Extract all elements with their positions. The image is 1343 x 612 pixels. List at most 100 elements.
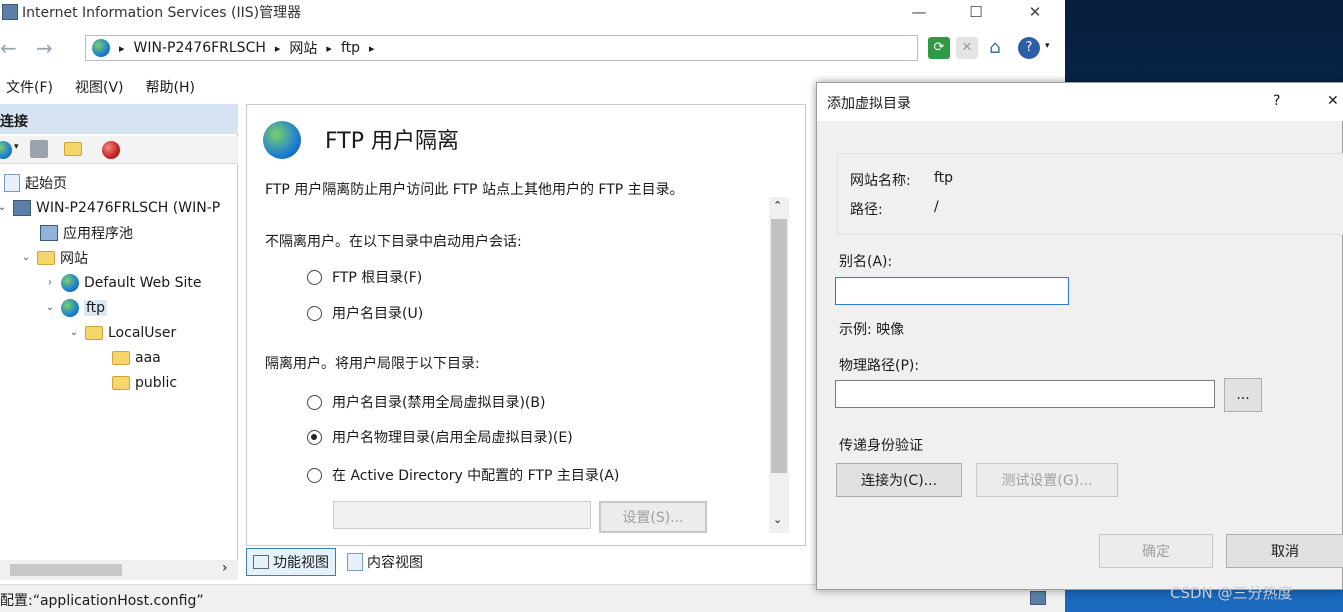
globe-icon xyxy=(92,39,110,57)
connections-toolbar: ▾ xyxy=(0,136,238,164)
iis-app-icon xyxy=(2,4,18,20)
chevron-down-icon[interactable]: ⌄ xyxy=(20,252,32,263)
chevron-down-icon[interactable]: ▾ xyxy=(14,142,19,152)
test-settings-button[interactable]: 测试设置(G)... xyxy=(976,463,1118,497)
menu-file[interactable]: 文件(F) xyxy=(6,77,53,97)
features-view-icon xyxy=(253,555,269,569)
chevron-down-icon[interactable]: ⌄ xyxy=(773,513,782,526)
chevron-down-icon[interactable]: ⌄ xyxy=(68,327,80,338)
connections-header: 连接 xyxy=(0,104,238,134)
tab-content-view[interactable]: 内容视图 xyxy=(340,548,430,576)
tree-item-default-web-site[interactable]: › Default Web Site xyxy=(44,270,201,295)
scroll-thumb[interactable] xyxy=(771,219,787,473)
isolation-heading: 隔离用户。将用户局限于以下目录: xyxy=(265,356,480,372)
breadcrumb-ftp[interactable]: ftp xyxy=(341,40,360,56)
tree-item-sites[interactable]: ⌄ 网站 xyxy=(20,245,88,270)
tree-item-ftp[interactable]: ⌄ ftp xyxy=(44,295,108,320)
ftp-isolation-icon xyxy=(263,121,301,159)
radio-button[interactable] xyxy=(307,269,322,285)
cancel-button[interactable]: 取消 xyxy=(1226,534,1343,568)
radio-button-selected[interactable] xyxy=(307,429,322,445)
menu-help[interactable]: 帮助(H) xyxy=(146,77,195,97)
chevron-up-icon[interactable]: ⌃ xyxy=(773,199,782,212)
vertical-scrollbar[interactable]: ⌃ ⌄ xyxy=(769,197,789,533)
tree-item-public[interactable]: public xyxy=(112,370,177,395)
sites-folder-icon xyxy=(37,250,55,265)
breadcrumb-separator-icon: ▸ xyxy=(369,41,375,55)
breadcrumb-separator-icon: ▸ xyxy=(119,41,125,55)
radio-active-directory[interactable]: 在 Active Directory 中配置的 FTP 主目录(A) xyxy=(307,465,619,485)
watermark-text: CSDN @三分热度 xyxy=(1170,584,1293,602)
settings-button[interactable]: 设置(S)... xyxy=(599,501,707,533)
browse-button[interactable]: ... xyxy=(1224,378,1262,412)
tree-item-start-page[interactable]: 起始页 xyxy=(4,170,67,195)
content-view-icon xyxy=(347,553,363,571)
chevron-right-icon[interactable]: › xyxy=(222,560,228,576)
home-icon[interactable]: ⌂ xyxy=(984,37,1006,59)
up-folder-icon[interactable] xyxy=(64,142,82,156)
radio-button[interactable] xyxy=(307,394,322,410)
connect-icon[interactable] xyxy=(0,141,12,159)
ok-button[interactable]: 确定 xyxy=(1099,534,1213,568)
dialog-help-button[interactable]: ? xyxy=(1273,93,1280,109)
chevron-down-icon[interactable]: ⌄ xyxy=(0,202,8,213)
menu-view[interactable]: 视图(V) xyxy=(75,77,124,97)
radio-username-dir[interactable]: 用户名目录(U) xyxy=(307,303,423,323)
horizontal-scrollbar[interactable]: › xyxy=(0,560,238,580)
physical-path-label: 物理路径(P): xyxy=(839,358,920,374)
address-bar[interactable]: ▸ WIN-P2476FRLSCH ▸ 网站 ▸ ftp ▸ xyxy=(85,35,918,61)
breadcrumb-server[interactable]: WIN-P2476FRLSCH xyxy=(134,40,266,56)
dialog-close-button[interactable]: ✕ xyxy=(1327,93,1339,109)
minimize-button[interactable]: — xyxy=(896,0,942,26)
dialog-title-bar: 添加虚拟目录 ? ✕ xyxy=(817,83,1343,121)
pass-through-auth-label: 传递身份验证 xyxy=(839,438,923,454)
radio-button[interactable] xyxy=(307,305,322,321)
help-icon[interactable]: ? xyxy=(1018,37,1040,59)
chevron-down-icon[interactable]: ⌄ xyxy=(44,302,56,313)
connections-pane: 连接 ▾ 起始页 ⌄ WIN-P2476FRLSCH (WIN-P 应用程序池 ⌄… xyxy=(0,104,238,580)
chevron-down-icon[interactable]: ▾ xyxy=(1045,41,1050,51)
folder-icon xyxy=(112,350,130,365)
scroll-thumb[interactable] xyxy=(10,564,122,576)
site-name-label: 网站名称: xyxy=(850,173,911,189)
breadcrumb-separator-icon: ▸ xyxy=(326,41,332,55)
window-title: Internet Information Services (IIS)管理器 xyxy=(22,5,302,21)
back-arrow-icon[interactable]: ← xyxy=(0,36,17,60)
folder-icon xyxy=(85,325,103,340)
physical-path-input[interactable] xyxy=(835,380,1215,408)
radio-ftp-root[interactable]: FTP 根目录(F) xyxy=(307,267,422,287)
tree-item-localuser[interactable]: ⌄ LocalUser xyxy=(68,320,176,345)
tab-features-view[interactable]: 功能视图 xyxy=(246,548,336,576)
close-button[interactable]: ✕ xyxy=(1012,0,1058,26)
example-text: 示例: 映像 xyxy=(839,322,905,338)
folder-icon xyxy=(112,375,130,390)
path-label: 路径: xyxy=(850,202,883,218)
radio-button[interactable] xyxy=(307,467,322,483)
status-text: 配置:“applicationHost.config” xyxy=(0,593,204,609)
page-title: FTP 用户隔离 xyxy=(325,129,459,154)
tree-item-app-pools[interactable]: 应用程序池 xyxy=(40,220,133,245)
tree-item-aaa[interactable]: aaa xyxy=(112,345,161,370)
server-icon xyxy=(13,199,31,216)
connect-as-button[interactable]: 连接为(C)... xyxy=(836,463,962,497)
site-name-value: ftp xyxy=(934,170,954,186)
alias-input[interactable] xyxy=(835,277,1069,305)
radio-username-noglobal[interactable]: 用户名目录(禁用全局虚拟目录)(B) xyxy=(307,392,545,412)
radio-physical-dir[interactable]: 用户名物理目录(启用全局虚拟目录)(E) xyxy=(307,427,573,447)
breadcrumb-sites[interactable]: 网站 xyxy=(289,38,317,58)
dialog-title: 添加虚拟目录 xyxy=(827,96,911,112)
maximize-button[interactable]: ☐ xyxy=(953,0,999,26)
title-bar: Internet Information Services (IIS)管理器 —… xyxy=(0,0,1065,26)
feature-description: FTP 用户隔离防止用户访问此 FTP 站点上其他用户的 FTP 主目录。 xyxy=(265,182,684,198)
globe-icon xyxy=(61,273,79,292)
forward-arrow-icon[interactable]: → xyxy=(36,36,53,60)
chevron-right-icon[interactable]: › xyxy=(44,277,56,288)
save-icon[interactable] xyxy=(30,140,48,158)
add-virtual-directory-dialog: 添加虚拟目录 ? ✕ 网站名称: ftp 路径: / 别名(A): 示例: 映像… xyxy=(816,82,1343,590)
tree-item-server[interactable]: ⌄ WIN-P2476FRLSCH (WIN-P xyxy=(0,195,220,220)
refresh-icon[interactable]: ⟳ xyxy=(928,37,950,59)
site-info-box: 网站名称: ftp 路径: / xyxy=(837,153,1343,235)
disconnect-icon[interactable] xyxy=(102,141,120,159)
ad-account-field[interactable] xyxy=(333,501,591,529)
stop-icon[interactable]: ✕ xyxy=(956,37,978,59)
